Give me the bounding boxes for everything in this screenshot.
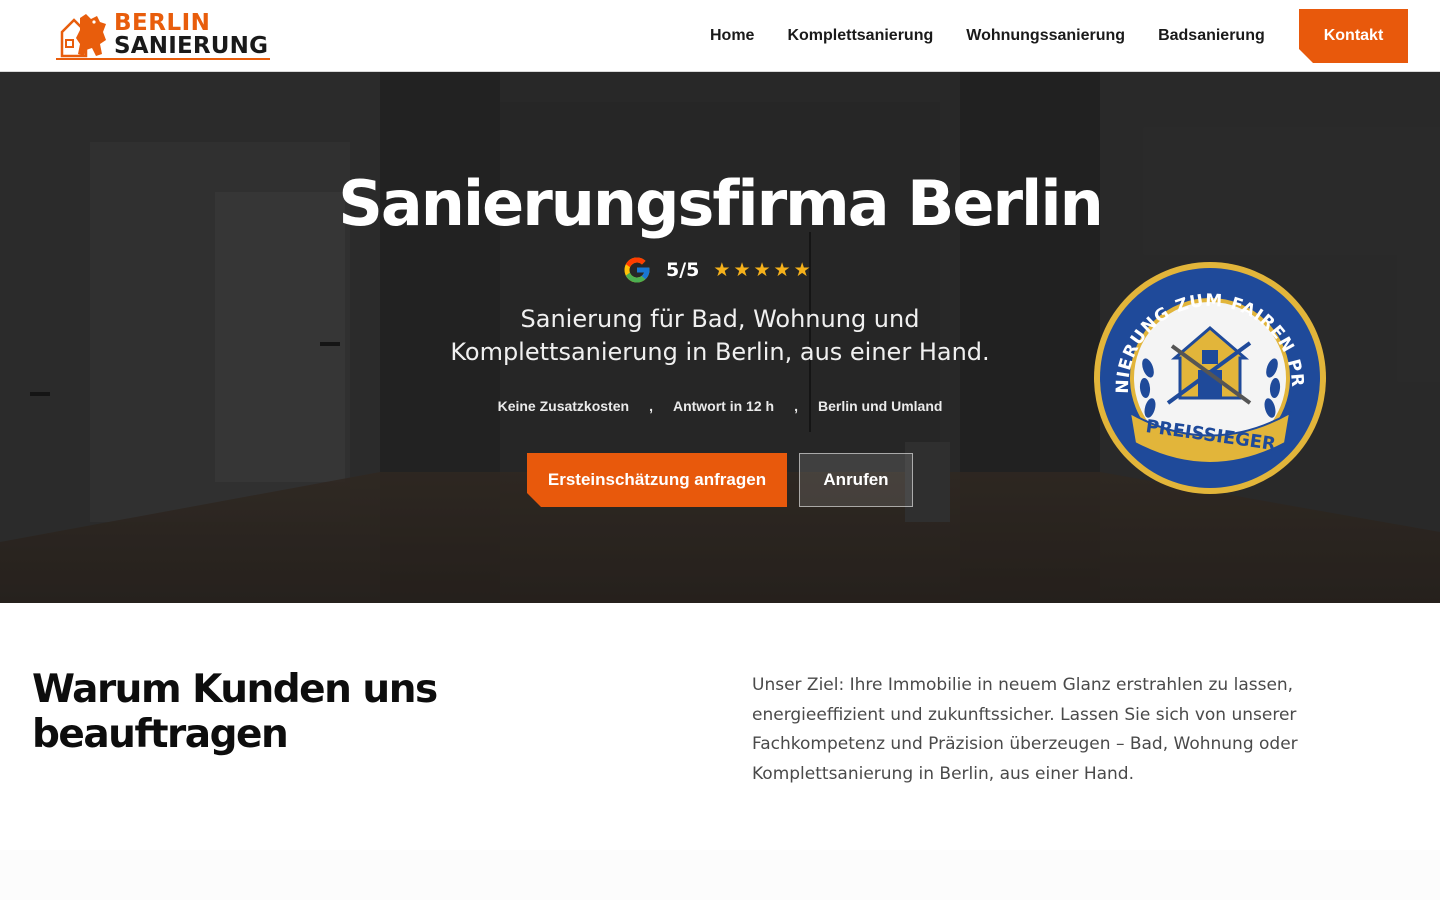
hero-subtitle: Sanierung für Bad, Wohnung und Kompletts…: [450, 305, 990, 366]
google-icon: [624, 257, 650, 283]
kontakt-button[interactable]: Kontakt: [1299, 9, 1408, 63]
why-title: Warum Kunden uns beauftragen: [32, 667, 438, 757]
main-nav: Home Komplettsanierung Wohnungssanierung…: [690, 0, 1298, 72]
feature-item: Keine Zusatzkosten: [497, 398, 630, 414]
rating-score: 5/5: [666, 259, 700, 281]
ersteinschaetzung-button[interactable]: Ersteinschätzung anfragen: [527, 453, 787, 507]
site-logo[interactable]: BERLIN SANIERUNG: [56, 10, 276, 64]
feature-separator: ,: [794, 398, 798, 414]
feature-item: Berlin und Umland: [817, 398, 943, 414]
site-header: BERLIN SANIERUNG Home Komplettsanierung …: [0, 0, 1440, 72]
star-icon: ★: [773, 259, 791, 281]
nav-badsanierung[interactable]: Badsanierung: [1158, 27, 1265, 45]
feature-item: Antwort in 12 h: [672, 398, 775, 414]
star-icon: ★: [713, 259, 731, 281]
logo-line-2: SANIERUNG: [114, 33, 269, 59]
preissieger-seal-badge: SANIERUNG ZUM FAIREN PREIS PREISSIEGER: [1090, 258, 1326, 494]
anrufen-button[interactable]: Anrufen: [799, 453, 913, 507]
feature-separator: ,: [649, 398, 653, 414]
nav-komplettsanierung[interactable]: Komplettsanierung: [787, 27, 933, 45]
hero-title: Sanierungsfirma Berlin: [338, 167, 1103, 240]
nav-wohnungssanierung[interactable]: Wohnungssanierung: [966, 27, 1125, 45]
nav-home[interactable]: Home: [710, 27, 754, 45]
why-description: Unser Ziel: Ihre Immobilie in neuem Glan…: [752, 675, 1298, 784]
star-icon: ★: [733, 259, 751, 281]
logo-underline: [56, 58, 270, 60]
hero-section: Sanierungsfirma Berlin 5/5 ★ ★ ★ ★ ★ San…: [0, 72, 1440, 603]
why-section: Warum Kunden uns beauftragen Unser Ziel:…: [0, 603, 1440, 900]
rating-row: 5/5 ★ ★ ★ ★ ★: [622, 255, 814, 285]
section-divider: [0, 850, 1440, 900]
logo-wordmark: BERLIN SANIERUNG: [114, 12, 268, 58]
star-icon: ★: [793, 259, 811, 281]
bear-logo-icon: [60, 14, 106, 58]
logo-line-1: BERLIN: [114, 10, 211, 36]
star-icon: ★: [753, 259, 771, 281]
